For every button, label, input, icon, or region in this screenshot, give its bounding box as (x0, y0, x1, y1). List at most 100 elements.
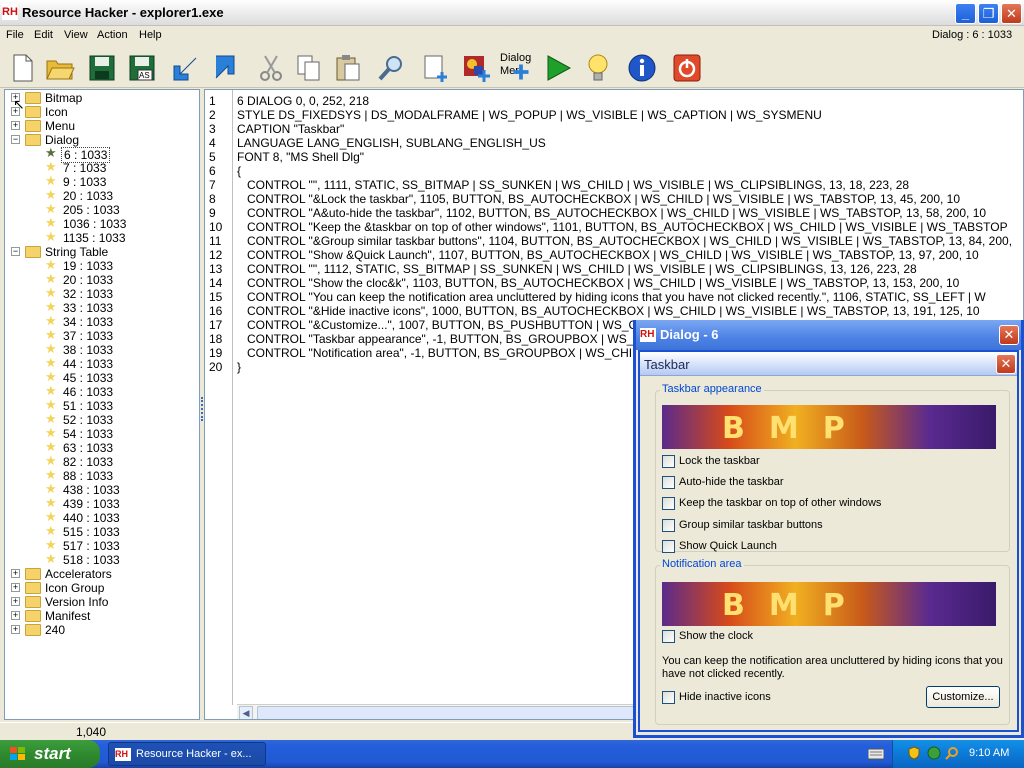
close-button[interactable]: ✕ (1001, 3, 1022, 24)
save-icon[interactable] (86, 52, 118, 84)
find-icon[interactable] (375, 52, 407, 84)
dialog-title-bar[interactable]: RH Dialog - 6 ✕ (636, 320, 1021, 350)
tree-leaf-dialog-6[interactable]: ★ 1135 : 1033 (45, 230, 185, 246)
code-line[interactable]: 6 DIALOG 0, 0, 252, 218 (237, 94, 369, 108)
code-line[interactable]: CONTROL "Show &Quick Launch", 1107, BUTT… (237, 248, 979, 262)
new-file-icon[interactable] (6, 52, 38, 84)
tree-node-manifest[interactable]: + Manifest (11, 609, 191, 623)
menu-view[interactable]: View (64, 29, 88, 41)
tree-node-string-table[interactable]: − String Table (11, 245, 191, 259)
tree-leaf-dialog-2[interactable]: ★ 9 : 1033 (45, 174, 185, 190)
tree-node-icon[interactable]: + Icon (11, 105, 191, 119)
code-line[interactable]: CONTROL "Keep the &taskbar on top of oth… (237, 220, 1008, 234)
dialog-menu-icon[interactable] (511, 62, 531, 82)
tree-leaf-string-1[interactable]: ★ 20 : 1033 (45, 272, 185, 288)
tree-leaf-string-17[interactable]: ★ 439 : 1033 (45, 496, 185, 512)
tree-node-accelerators[interactable]: + Accelerators (11, 567, 191, 581)
code-line[interactable]: CONTROL "Show the cloc&k", 1103, BUTTON,… (237, 276, 959, 290)
tree-node-dialog[interactable]: − Dialog (11, 133, 191, 147)
scroll-left-icon[interactable]: ◀ (239, 706, 253, 719)
code-line[interactable]: } (237, 360, 241, 374)
tree-leaf-string-5[interactable]: ★ 37 : 1033 (45, 328, 185, 344)
taskbar-item-resource-hacker[interactable]: RH Resource Hacker - ex... (108, 742, 266, 766)
code-line[interactable]: CONTROL "A&uto-hide the taskbar", 1102, … (237, 206, 986, 220)
code-line[interactable]: { (237, 164, 241, 178)
code-line[interactable]: STYLE DS_FIXEDSYS | DS_MODALFRAME | WS_P… (237, 108, 822, 122)
menu-help[interactable]: Help (139, 29, 162, 41)
lock-taskbar-checkbox[interactable]: Lock the taskbar (662, 455, 962, 469)
tree-leaf-string-3[interactable]: ★ 33 : 1033 (45, 300, 185, 316)
code-line[interactable]: CONTROL "You can keep the notification a… (237, 290, 986, 304)
code-line[interactable]: CONTROL "&Hide inactive icons", 1000, BU… (237, 304, 980, 318)
taskbar-dialog-close-button[interactable]: ✕ (996, 354, 1016, 374)
tree-leaf-string-20[interactable]: ★ 517 : 1033 (45, 538, 185, 554)
customize-button[interactable]: Customize... (926, 686, 1000, 708)
tree-leaf-string-12[interactable]: ★ 54 : 1033 (45, 426, 185, 442)
run-icon[interactable] (542, 52, 574, 84)
keep-on-top-checkbox[interactable]: Keep the taskbar on top of other windows (662, 497, 962, 511)
show-clock-checkbox[interactable]: Show the clock (662, 630, 962, 644)
add-resource-icon[interactable] (420, 52, 452, 84)
code-line[interactable]: CONTROL "", 1111, STATIC, SS_BITMAP | SS… (237, 178, 909, 192)
collapse-toggle-icon[interactable]: − (11, 135, 20, 144)
tree-leaf-string-4[interactable]: ★ 34 : 1033 (45, 314, 185, 330)
code-line[interactable]: CONTROL "Taskbar appearance", -1, BUTTON… (237, 332, 642, 346)
tree-leaf-dialog-0[interactable]: ★ 6 : 1033 (45, 146, 185, 163)
copy-icon[interactable] (293, 52, 325, 84)
security-shield-icon[interactable] (907, 746, 921, 760)
code-line[interactable]: FONT 8, "MS Shell Dlg" (237, 150, 364, 164)
power-icon[interactable] (671, 52, 703, 84)
tree-leaf-string-14[interactable]: ★ 82 : 1033 (45, 454, 185, 470)
tree-leaf-string-11[interactable]: ★ 52 : 1033 (45, 412, 185, 428)
tree-leaf-dialog-5[interactable]: ★ 1036 : 1033 (45, 216, 185, 232)
tree-leaf-string-6[interactable]: ★ 38 : 1033 (45, 342, 185, 358)
code-line[interactable]: CONTROL "", 1112, STATIC, SS_BITMAP | SS… (237, 262, 917, 276)
tree-leaf-dialog-1[interactable]: ★ 7 : 1033 (45, 160, 185, 176)
minimize-button[interactable]: _ (955, 3, 976, 24)
code-line[interactable]: CONTROL "&Customize...", 1007, BUTTON, B… (237, 318, 637, 332)
code-line[interactable]: CONTROL "&Lock the taskbar", 1105, BUTTO… (237, 192, 960, 206)
tree-node-bitmap[interactable]: + Bitmap (11, 91, 191, 105)
tree-leaf-string-16[interactable]: ★ 438 : 1033 (45, 482, 185, 498)
tree-leaf-string-13[interactable]: ★ 63 : 1033 (45, 440, 185, 456)
search-icon[interactable] (945, 746, 959, 760)
tree-leaf-string-0[interactable]: ★ 19 : 1033 (45, 258, 185, 274)
expand-toggle-icon[interactable]: + (11, 625, 20, 634)
forward-arrow-icon[interactable] (210, 52, 242, 84)
code-line[interactable]: CONTROL "Notification area", -1, BUTTON,… (237, 346, 639, 360)
quick-launch-checkbox[interactable]: Show Quick Launch (662, 540, 962, 554)
expand-toggle-icon[interactable]: + (11, 121, 20, 130)
group-buttons-checkbox[interactable]: Group similar taskbar buttons (662, 519, 962, 533)
tree-leaf-string-15[interactable]: ★ 88 : 1033 (45, 468, 185, 484)
start-button[interactable]: start (0, 740, 100, 768)
tree-leaf-string-7[interactable]: ★ 44 : 1033 (45, 356, 185, 372)
save-as-icon[interactable]: AS (126, 52, 158, 84)
code-line[interactable]: LANGUAGE LANG_ENGLISH, SUBLANG_ENGLISH_U… (237, 136, 546, 150)
dialog-preview-window[interactable]: RH Dialog - 6 ✕ Taskbar ✕ Taskbar appear… (633, 320, 1024, 738)
code-line[interactable]: CONTROL "&Group similar taskbar buttons"… (237, 234, 1012, 248)
menu-edit[interactable]: Edit (34, 29, 53, 41)
back-arrow-icon[interactable] (170, 52, 202, 84)
expand-toggle-icon[interactable]: + (11, 569, 20, 578)
tree-leaf-string-21[interactable]: ★ 518 : 1033 (45, 552, 185, 568)
menu-action[interactable]: Action (97, 29, 128, 41)
network-icon[interactable] (927, 746, 941, 760)
info-icon[interactable] (626, 52, 658, 84)
add-image-icon[interactable] (460, 52, 492, 84)
tree-leaf-dialog-3[interactable]: ★ 20 : 1033 (45, 188, 185, 204)
tree-leaf-string-2[interactable]: ★ 32 : 1033 (45, 286, 185, 302)
collapse-toggle-icon[interactable]: − (11, 247, 20, 256)
menu-file[interactable]: File (6, 29, 24, 41)
tree-node-icon-group[interactable]: + Icon Group (11, 581, 191, 595)
paste-icon[interactable] (332, 52, 364, 84)
expand-toggle-icon[interactable]: + (11, 583, 20, 592)
maximize-button[interactable]: ❐ (978, 3, 999, 24)
keyboard-icon[interactable] (868, 748, 884, 760)
tips-icon[interactable] (582, 52, 614, 84)
tree-leaf-string-19[interactable]: ★ 515 : 1033 (45, 524, 185, 540)
auto-hide-checkbox[interactable]: Auto-hide the taskbar (662, 476, 962, 490)
taskbar-dialog-title-bar[interactable]: Taskbar ✕ (640, 352, 1017, 376)
open-folder-icon[interactable] (44, 52, 76, 84)
cut-icon[interactable] (255, 52, 287, 84)
tree-node-menu[interactable]: + Menu (11, 119, 191, 133)
